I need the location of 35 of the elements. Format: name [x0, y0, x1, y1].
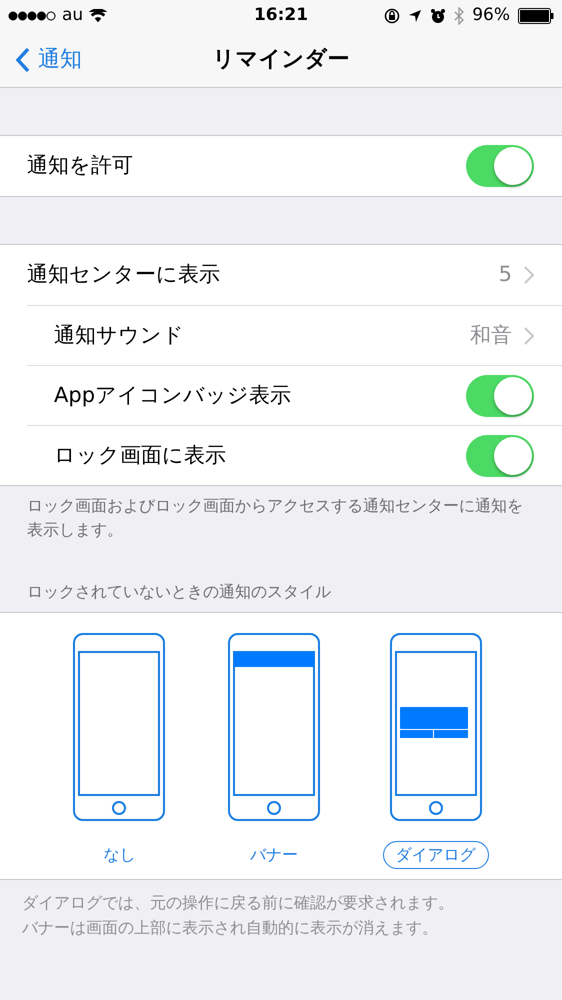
location-arrow-icon — [408, 9, 422, 23]
row-label: Appアイコンバッジ表示 — [54, 382, 292, 409]
row-label: 通知を許可 — [27, 152, 134, 180]
chevron-icon — [524, 326, 534, 344]
row-label: ロック画面に表示 — [54, 442, 227, 469]
phone-icon — [228, 633, 320, 821]
toggle-switch[interactable] — [466, 145, 534, 187]
nav-title: リマインダー — [212, 46, 350, 74]
status-time: 16:21 — [254, 4, 308, 28]
battery-icon — [518, 8, 554, 24]
alarm-clock-icon — [430, 8, 446, 24]
phone-icon — [390, 633, 482, 821]
group-footer: ロック画面およびロック画面からアクセスする通知センターに通知を表示します。 — [0, 486, 562, 542]
chevron-icon — [524, 266, 534, 284]
wifi-icon — [89, 9, 108, 23]
phone-icon — [73, 633, 166, 821]
back-chevron-icon — [16, 46, 30, 72]
row-label: 通知センターに表示 — [27, 261, 221, 288]
row-value: 和音 — [470, 322, 512, 349]
footer-note: ダイアログでは、元の操作に戻る前に確認が要求されます。 — [22, 892, 455, 914]
toggle-switch[interactable] — [466, 374, 534, 416]
carrier-name: au — [62, 4, 84, 28]
bluetooth-icon — [454, 7, 464, 25]
toggle-switch[interactable] — [466, 434, 534, 476]
signal-icon — [8, 11, 56, 21]
row-label: 通知サウンド — [54, 322, 185, 349]
rotation-lock-icon — [384, 8, 400, 24]
section-header: ロックされていないときの通知のスタイル — [26, 581, 332, 603]
battery-percent: 96% — [472, 4, 510, 28]
footer-note: バナーは画面の上部に表示され自動的に表示が消えます。 — [22, 917, 439, 939]
style-option[interactable]: なし — [90, 841, 148, 869]
back-button[interactable]: 通知 — [16, 32, 82, 87]
style-option[interactable]: ダイアログ — [382, 841, 489, 869]
style-option[interactable]: バナー — [236, 841, 311, 869]
row-value: 5 — [498, 261, 512, 288]
